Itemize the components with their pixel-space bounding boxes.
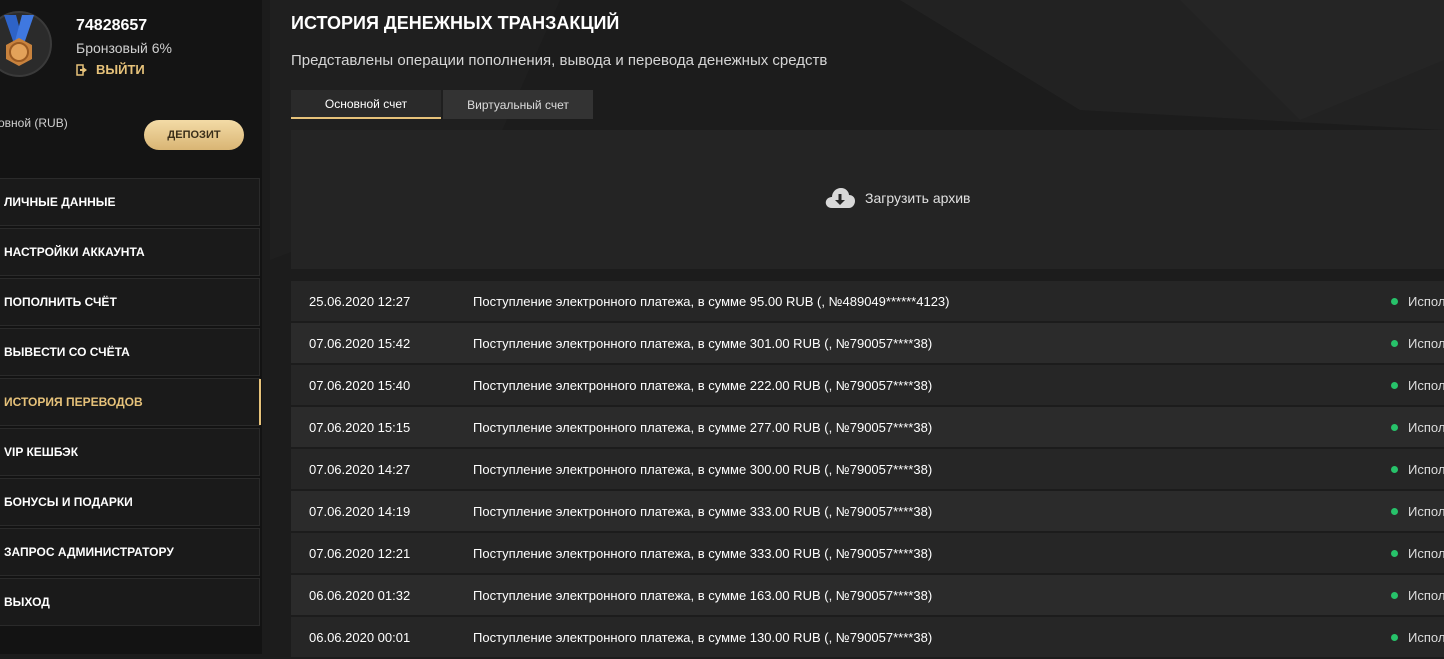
table-row: 25.06.2020 12:27 Поступление электронног… [291, 281, 1444, 321]
table-row: 06.06.2020 01:32 Поступление электронног… [291, 575, 1444, 615]
transaction-status: Испол [1391, 420, 1444, 435]
transaction-description: Поступление электронного платежа, в сумм… [473, 545, 933, 561]
status-dot-icon [1391, 591, 1398, 599]
nav-item-deposit[interactable]: ПОПОЛНИТЬ СЧЁТ [0, 278, 260, 326]
tab-virtual-account[interactable]: Виртуальный счет [443, 90, 593, 119]
transactions-table: 25.06.2020 12:27 Поступление электронног… [291, 281, 1444, 659]
status-label: Испол [1408, 587, 1444, 603]
status-dot-icon [1391, 423, 1398, 431]
status-label: Испол [1408, 461, 1444, 477]
status-label: Испол [1408, 419, 1444, 435]
cloud-download-icon [825, 188, 855, 208]
page-subtitle: Представлены операции пополнения, вывода… [291, 52, 828, 69]
logout-link[interactable]: ВЫЙТИ [76, 62, 145, 77]
transaction-status: Испол [1391, 462, 1444, 477]
status-label: Испол [1408, 629, 1444, 645]
transaction-date: 07.06.2020 14:19 [309, 503, 411, 519]
transaction-description: Поступление электронного платежа, в сумм… [473, 293, 950, 309]
transaction-status: Испол [1391, 378, 1444, 393]
transaction-description: Поступление электронного платежа, в сумм… [473, 587, 933, 603]
transaction-status: Испол [1391, 546, 1444, 561]
transaction-status: Испол [1391, 630, 1444, 645]
logout-label: ВЫЙТИ [96, 62, 145, 77]
status-dot-icon [1391, 381, 1398, 389]
nav-item-admin-request[interactable]: ЗАПРОС АДМИНИСТРАТОРУ [0, 528, 260, 576]
status-dot-icon [1391, 633, 1398, 641]
nav-item-withdraw[interactable]: ВЫВЕСТИ СО СЧЁТА [0, 328, 260, 376]
transaction-description: Поступление электронного платежа, в сумм… [473, 503, 933, 519]
account-tabs: Основной счет Виртуальный счет [291, 90, 593, 119]
status-dot-icon [1391, 549, 1398, 557]
status-label: Испол [1408, 335, 1444, 351]
page-title: ИСТОРИЯ ДЕНЕЖНЫХ ТРАНЗАКЦИЙ [291, 13, 620, 33]
transaction-date: 07.06.2020 14:27 [309, 461, 411, 477]
transaction-description: Поступление электронного платежа, в сумм… [473, 377, 933, 393]
nav-item-transfer-history[interactable]: ИСТОРИЯ ПЕРЕВОДОВ [0, 378, 261, 426]
nav-item-exit[interactable]: ВЫХОД [0, 578, 260, 626]
status-label: Испол [1408, 377, 1444, 393]
transaction-description: Поступление электронного платежа, в сумм… [473, 419, 933, 435]
nav-item-account-settings[interactable]: НАСТРОЙКИ АККАУНТА [0, 228, 260, 276]
table-row: 07.06.2020 15:40 Поступление электронног… [291, 365, 1444, 405]
transaction-date: 06.06.2020 00:01 [309, 629, 411, 645]
transaction-status: Испол [1391, 336, 1444, 351]
transaction-description: Поступление электронного платежа, в сумм… [473, 461, 933, 477]
transaction-date: 25.06.2020 12:27 [309, 293, 411, 309]
table-row: 07.06.2020 14:19 Поступление электронног… [291, 491, 1444, 531]
transaction-date: 07.06.2020 15:15 [309, 419, 411, 435]
status-label: Испол [1408, 503, 1444, 519]
deposit-button[interactable]: ДЕПОЗИТ [144, 120, 244, 150]
profile-panel: 74828657 Бронзовый 6% ВЫЙТИ овной (RUB) … [0, 0, 262, 170]
transaction-date: 07.06.2020 12:21 [309, 545, 411, 561]
download-archive-label: Загрузить архив [865, 190, 971, 206]
nav-item-bonuses[interactable]: БОНУСЫ И ПОДАРКИ [0, 478, 260, 526]
user-id: 74828657 [76, 17, 148, 34]
table-row: 07.06.2020 15:42 Поступление электронног… [291, 323, 1444, 363]
sidebar-nav: ЛИЧНЫЕ ДАННЫЕ НАСТРОЙКИ АККАУНТА ПОПОЛНИ… [0, 178, 262, 628]
download-archive-button[interactable]: Загрузить архив [824, 186, 971, 210]
nav-item-vip-cashback[interactable]: VIP КЕШБЭК [0, 428, 260, 476]
status-dot-icon [1391, 465, 1398, 473]
table-row: 06.06.2020 00:01 Поступление электронног… [291, 617, 1444, 657]
transaction-date: 07.06.2020 15:42 [309, 335, 411, 351]
sidebar: 74828657 Бронзовый 6% ВЫЙТИ овной (RUB) … [0, 0, 262, 654]
transaction-date: 07.06.2020 15:40 [309, 377, 411, 393]
tab-main-account[interactable]: Основной счет [291, 90, 441, 119]
main-content: ИСТОРИЯ ДЕНЕЖНЫХ ТРАНЗАКЦИЙ Представлены… [270, 0, 1444, 657]
status-label: Испол [1408, 293, 1444, 309]
transaction-status: Испол [1391, 588, 1444, 603]
status-label: Испол [1408, 545, 1444, 561]
transaction-date: 06.06.2020 01:32 [309, 587, 411, 603]
status-dot-icon [1391, 297, 1398, 305]
account-name: овной (RUB) [0, 116, 68, 130]
transaction-description: Поступление электронного платежа, в сумм… [473, 629, 933, 645]
transaction-description: Поступление электронного платежа, в сумм… [473, 335, 933, 351]
transaction-status: Испол [1391, 294, 1444, 309]
table-row: 07.06.2020 14:27 Поступление электронног… [291, 449, 1444, 489]
user-level: Бронзовый 6% [76, 40, 172, 56]
status-dot-icon [1391, 507, 1398, 515]
table-row: 07.06.2020 12:21 Поступление электронног… [291, 533, 1444, 573]
archive-panel: Загрузить архив [291, 130, 1444, 269]
transaction-status: Испол [1391, 504, 1444, 519]
bronze-medal-avatar [0, 11, 52, 77]
logout-icon [76, 63, 90, 76]
status-dot-icon [1391, 339, 1398, 347]
table-row: 07.06.2020 15:15 Поступление электронног… [291, 407, 1444, 447]
nav-item-personal-data[interactable]: ЛИЧНЫЕ ДАННЫЕ [0, 178, 260, 226]
